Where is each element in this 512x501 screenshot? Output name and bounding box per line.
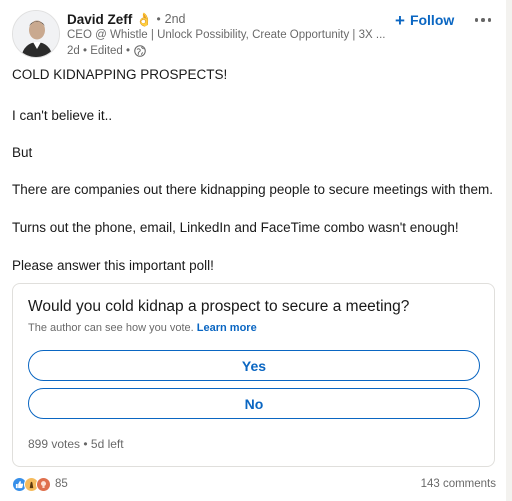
poll-option-no[interactable]: No bbox=[28, 388, 480, 419]
poll-note-text: The author can see how you vote. bbox=[28, 322, 194, 334]
author-headline: CEO @ Whistle | Unlock Possibility, Crea… bbox=[67, 29, 385, 41]
feed-post-card: David Zeff 👌 • 2nd CEO @ Whistle | Unloc… bbox=[0, 0, 506, 501]
author-name[interactable]: David Zeff bbox=[67, 12, 132, 27]
dot-icon bbox=[481, 18, 485, 22]
post-line: I can't believe it.. bbox=[12, 108, 113, 123]
post-line: COLD KIDNAPPING PROSPECTS! bbox=[12, 67, 228, 82]
post-header: David Zeff 👌 • 2nd CEO @ Whistle | Unloc… bbox=[12, 8, 502, 62]
poll-question: Would you cold kidnap a prospect to secu… bbox=[28, 298, 410, 315]
learn-more-link[interactable]: Learn more bbox=[197, 322, 257, 334]
separator-dot: • bbox=[156, 12, 161, 26]
feed-background-edge bbox=[506, 0, 512, 501]
ok-hand-emoji-icon: 👌 bbox=[136, 11, 153, 27]
more-options-button[interactable] bbox=[470, 10, 496, 30]
follow-button[interactable]: + Follow bbox=[395, 9, 454, 31]
post-line: There are companies out there kidnapping… bbox=[12, 182, 494, 197]
author-info: David Zeff 👌 • 2nd CEO @ Whistle | Unloc… bbox=[67, 10, 387, 58]
follow-label: Follow bbox=[409, 12, 455, 28]
post-line: Please answer this important poll! bbox=[12, 258, 214, 273]
reaction-count[interactable]: 85 bbox=[55, 478, 68, 490]
poll-option-yes[interactable]: Yes bbox=[28, 350, 480, 381]
plus-icon: + bbox=[395, 10, 405, 30]
post-line: But bbox=[12, 145, 33, 160]
author-avatar[interactable] bbox=[12, 10, 60, 58]
reactions-button[interactable] bbox=[12, 476, 51, 492]
post-line: Turns out the phone, email, LinkedIn and… bbox=[12, 220, 459, 235]
post-time-edited: 2d • Edited • bbox=[67, 45, 131, 57]
poll-footer: 899 votes • 5d left bbox=[28, 437, 124, 451]
avatar-portrait-icon bbox=[13, 11, 59, 57]
social-counts: 85 143 comments bbox=[12, 475, 496, 493]
connection-degree: 2nd bbox=[164, 12, 186, 26]
poll-note: The author can see how you vote. Learn m… bbox=[28, 322, 257, 334]
post-meta: 2d • Edited • bbox=[67, 45, 387, 57]
globe-icon bbox=[134, 45, 146, 57]
poll-card: Would you cold kidnap a prospect to secu… bbox=[12, 283, 495, 467]
author-name-row: David Zeff 👌 • 2nd bbox=[67, 10, 387, 28]
dot-icon bbox=[474, 18, 479, 22]
dot-icon bbox=[487, 18, 492, 22]
comments-count-link[interactable]: 143 comments bbox=[421, 478, 496, 490]
insightful-icon bbox=[36, 476, 51, 492]
